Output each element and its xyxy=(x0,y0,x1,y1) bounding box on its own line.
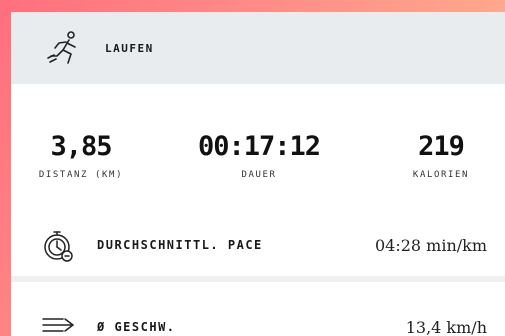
stat-distance-value: 3,85 xyxy=(50,131,112,162)
stat-calories-label: KALORIEN xyxy=(412,170,470,180)
row-divider xyxy=(11,276,505,282)
metric-pace-value: 04:28 min/km xyxy=(374,235,487,255)
stat-distance-label: DISTANZ (KM) xyxy=(38,170,124,180)
stopwatch-icon xyxy=(37,223,81,267)
speed-arrows-icon xyxy=(37,305,81,336)
activity-card: LAUFEN 3,85 DISTANZ (KM) 00:17:12 DAUER … xyxy=(11,12,505,336)
stat-duration: 00:17:12 DAUER xyxy=(189,130,329,180)
metric-speed-value: 13,4 km/h xyxy=(405,317,487,336)
metric-speed-label: Ø GESCHW. xyxy=(97,320,176,334)
activity-header: LAUFEN xyxy=(11,12,505,84)
metric-row-pace: DURCHSCHNITTL. PACE 04:28 min/km xyxy=(11,220,505,270)
metric-row-speed: Ø GESCHW. 13,4 km/h xyxy=(11,302,505,336)
stat-calories: 219 KALORIEN xyxy=(371,130,505,180)
stat-distance: 3,85 DISTANZ (KM) xyxy=(11,130,151,180)
stat-duration-label: DAUER xyxy=(241,170,277,180)
stat-calories-value: 219 xyxy=(418,131,465,162)
runner-icon xyxy=(45,28,85,68)
stat-duration-value: 00:17:12 xyxy=(197,131,321,162)
metric-pace-label: DURCHSCHNITTL. PACE xyxy=(97,238,263,252)
activity-title: LAUFEN xyxy=(105,41,154,55)
summary-stats: 3,85 DISTANZ (KM) 00:17:12 DAUER 219 KAL… xyxy=(11,130,505,200)
